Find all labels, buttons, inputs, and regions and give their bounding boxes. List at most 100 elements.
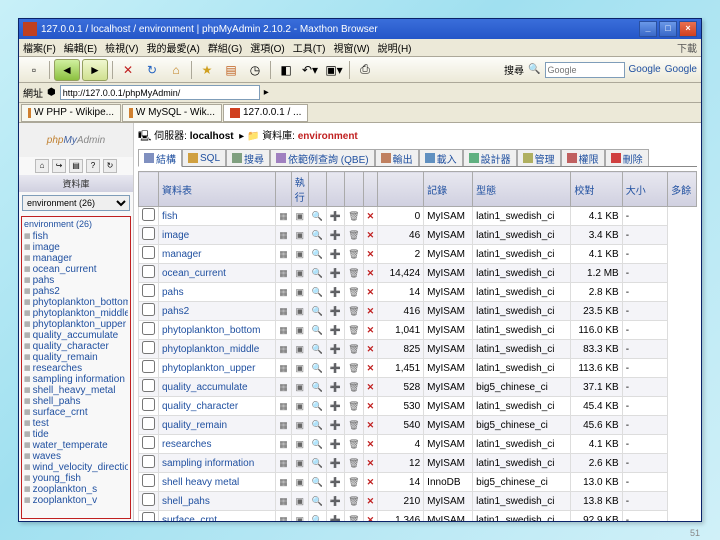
tree-item[interactable]: quality_character — [24, 341, 128, 352]
row-action-3[interactable]: ➕ — [326, 226, 344, 245]
row-checkbox[interactable] — [142, 455, 155, 468]
row-checkbox[interactable] — [142, 303, 155, 316]
stop-button[interactable]: ✕ — [117, 59, 139, 81]
row-action-3[interactable]: ➕ — [326, 207, 344, 226]
tree-item[interactable]: young_fish — [24, 473, 128, 484]
row-action-0[interactable]: ▦ — [276, 264, 292, 283]
row-action-0[interactable]: ▦ — [276, 511, 292, 522]
row-action-0[interactable]: ▦ — [276, 321, 292, 340]
tab-1[interactable]: W MySQL - Wik... — [122, 104, 222, 122]
row-checkbox[interactable] — [142, 436, 155, 449]
table-name-link[interactable]: shell_pahs — [159, 492, 276, 511]
row-action-1[interactable]: ▣ — [291, 283, 308, 302]
row-action-2[interactable]: 🔍 — [308, 245, 326, 264]
row-action-5[interactable]: ✕ — [363, 511, 378, 522]
mtab-import[interactable]: 載入 — [419, 149, 463, 166]
mtab-search[interactable]: 搜尋 — [226, 149, 270, 166]
minimize-button[interactable]: _ — [639, 21, 657, 37]
row-action-1[interactable]: ▣ — [291, 226, 308, 245]
row-action-4[interactable]: 🗑 — [345, 207, 363, 226]
row-action-5[interactable]: ✕ — [363, 359, 378, 378]
mtab-drop[interactable]: 刪除 — [605, 149, 649, 166]
back-button[interactable]: ◄ — [54, 59, 80, 81]
col-header[interactable]: 大小 — [622, 172, 667, 207]
col-header[interactable] — [345, 172, 363, 207]
row-action-4[interactable]: 🗑 — [345, 340, 363, 359]
row-action-0[interactable]: ▦ — [276, 473, 292, 492]
menu-tools[interactable]: 工具(T) — [293, 40, 326, 55]
undo-button[interactable]: ↶▾ — [299, 59, 321, 81]
row-action-3[interactable]: ➕ — [326, 302, 344, 321]
row-action-0[interactable]: ▦ — [276, 492, 292, 511]
tree-item[interactable]: zooplankton_s — [24, 484, 128, 495]
row-action-4[interactable]: 🗑 — [345, 416, 363, 435]
row-action-2[interactable]: 🔍 — [308, 321, 326, 340]
menu-groups[interactable]: 群組(G) — [208, 40, 242, 55]
row-action-4[interactable]: 🗑 — [345, 245, 363, 264]
table-name-link[interactable]: quality_remain — [159, 416, 276, 435]
row-action-4[interactable]: 🗑 — [345, 511, 363, 522]
col-header[interactable] — [308, 172, 326, 207]
row-action-0[interactable]: ▦ — [276, 359, 292, 378]
database-select[interactable]: environment (26) — [22, 195, 130, 211]
row-action-1[interactable]: ▣ — [291, 435, 308, 454]
tree-item[interactable]: quality_remain — [24, 352, 128, 363]
row-action-4[interactable]: 🗑 — [345, 473, 363, 492]
menu-file[interactable]: 檔案(F) — [23, 40, 56, 55]
row-action-5[interactable]: ✕ — [363, 378, 378, 397]
sql-icon[interactable]: ▤ — [69, 159, 83, 173]
row-action-5[interactable]: ✕ — [363, 492, 378, 511]
row-action-1[interactable]: ▣ — [291, 511, 308, 522]
tree-item[interactable]: waves — [24, 451, 128, 462]
row-checkbox[interactable] — [142, 322, 155, 335]
col-header[interactable] — [276, 172, 292, 207]
refresh-button[interactable]: ↻ — [141, 59, 163, 81]
row-action-0[interactable]: ▦ — [276, 416, 292, 435]
col-header[interactable] — [326, 172, 344, 207]
tree-item[interactable]: fish — [24, 231, 128, 242]
row-action-1[interactable]: ▣ — [291, 340, 308, 359]
row-action-5[interactable]: ✕ — [363, 226, 378, 245]
row-checkbox[interactable] — [142, 512, 155, 521]
table-name-link[interactable]: ocean_current — [159, 264, 276, 283]
row-action-2[interactable]: 🔍 — [308, 264, 326, 283]
row-action-1[interactable]: ▣ — [291, 473, 308, 492]
row-action-5[interactable]: ✕ — [363, 207, 378, 226]
table-name-link[interactable]: manager — [159, 245, 276, 264]
tree-header[interactable]: environment (26) — [24, 219, 128, 229]
row-action-3[interactable]: ➕ — [326, 264, 344, 283]
row-action-5[interactable]: ✕ — [363, 302, 378, 321]
table-name-link[interactable]: phytoplankton_upper — [159, 359, 276, 378]
menu-options[interactable]: 選項(O) — [250, 40, 284, 55]
row-action-1[interactable]: ▣ — [291, 207, 308, 226]
tree-item[interactable]: tide — [24, 429, 128, 440]
row-action-2[interactable]: 🔍 — [308, 492, 326, 511]
go-button[interactable]: ▸ — [264, 87, 269, 98]
table-name-link[interactable]: pahs — [159, 283, 276, 302]
row-action-2[interactable]: 🔍 — [308, 378, 326, 397]
mtab-sql[interactable]: SQL — [182, 149, 226, 166]
row-action-3[interactable]: ➕ — [326, 511, 344, 522]
row-action-2[interactable]: 🔍 — [308, 397, 326, 416]
mtab-design[interactable]: 設計器 — [463, 149, 517, 166]
tree-item[interactable]: ocean_current — [24, 264, 128, 275]
col-header[interactable]: 執行 — [291, 172, 308, 207]
row-action-5[interactable]: ✕ — [363, 245, 378, 264]
table-name-link[interactable]: sampling information — [159, 454, 276, 473]
row-action-2[interactable]: 🔍 — [308, 340, 326, 359]
home-button[interactable]: ⌂ — [165, 59, 187, 81]
menu-edit[interactable]: 編輯(E) — [64, 40, 97, 55]
tab-0[interactable]: W PHP - Wikipe... — [21, 104, 121, 122]
tree-item[interactable]: sampling information — [24, 374, 128, 385]
menu-window[interactable]: 視窗(W) — [334, 40, 370, 55]
row-action-1[interactable]: ▣ — [291, 264, 308, 283]
tree-item[interactable]: researches — [24, 363, 128, 374]
forward-button[interactable]: ► — [82, 59, 108, 81]
row-checkbox[interactable] — [142, 284, 155, 297]
server-link[interactable]: localhost — [190, 131, 234, 142]
col-header[interactable]: 校對 — [571, 172, 622, 207]
row-action-3[interactable]: ➕ — [326, 340, 344, 359]
tree-item[interactable]: zooplankton_v — [24, 495, 128, 506]
sidebar-button[interactable]: ◧ — [275, 59, 297, 81]
row-action-5[interactable]: ✕ — [363, 454, 378, 473]
